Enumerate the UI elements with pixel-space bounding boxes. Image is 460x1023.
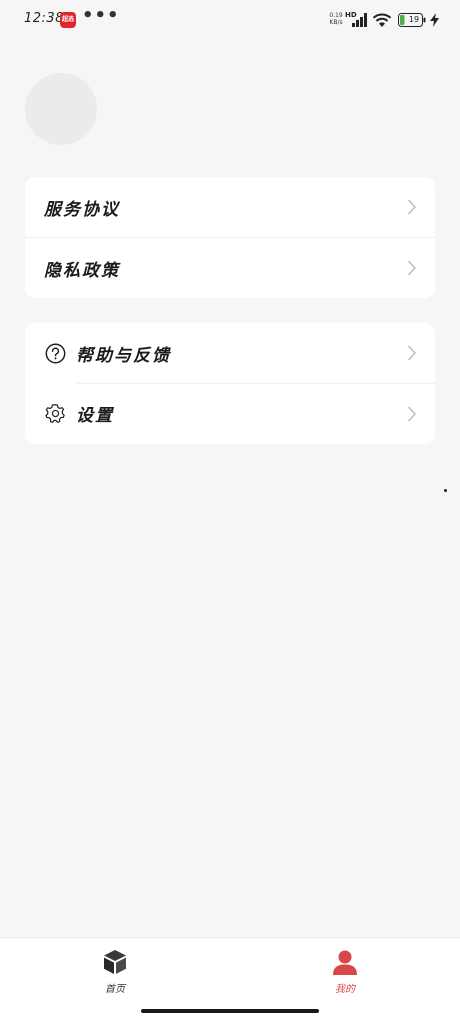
menu-item-label: 隐私政策 xyxy=(44,260,120,281)
menu-item-label: 设置 xyxy=(76,406,114,426)
tab-home-label: 首页 xyxy=(105,984,125,995)
chevron-right-icon xyxy=(408,199,416,215)
status-time: 12:38 xyxy=(24,11,64,26)
app-notification-badge-icon: 超选 xyxy=(60,12,76,28)
menu-item-label: 服务协议 xyxy=(44,199,120,220)
help-icon xyxy=(44,342,66,364)
tab-home[interactable]: 首页 xyxy=(85,948,145,995)
charging-icon xyxy=(430,13,439,27)
battery-level: 19 xyxy=(408,15,420,24)
tab-mine-label: 我的 xyxy=(335,984,355,995)
more-notifications-icon: ••• xyxy=(82,5,120,26)
menu-card-legal: 服务协议 隐私政策 xyxy=(25,177,435,298)
chevron-right-icon xyxy=(408,260,416,276)
avatar[interactable] xyxy=(25,73,97,145)
menu-item-help-feedback[interactable]: 帮助与反馈 xyxy=(25,323,435,383)
settings-icon xyxy=(44,403,66,425)
side-dot xyxy=(444,489,447,492)
menu-card-support: 帮助与反馈 设置 xyxy=(25,323,435,444)
box-icon xyxy=(104,950,126,974)
chevron-right-icon xyxy=(408,406,416,421)
status-bar: 12:38 超选 ••• 0.19 KB/s HD 19 xyxy=(0,0,460,40)
menu-item-label: 帮助与反馈 xyxy=(76,345,171,366)
wifi-icon xyxy=(372,13,392,27)
tab-mine[interactable]: 我的 xyxy=(315,948,375,995)
home-indicator[interactable] xyxy=(141,1009,319,1013)
network-speed-value: 0.19 xyxy=(329,12,343,19)
menu-item-settings[interactable]: 设置 xyxy=(25,383,435,444)
user-icon xyxy=(333,950,357,975)
network-speed-unit: KB/s xyxy=(329,19,343,26)
network-speed: 0.19 KB/s xyxy=(327,12,345,26)
chevron-right-icon xyxy=(408,345,416,361)
menu-item-service-agreement[interactable]: 服务协议 xyxy=(25,177,435,237)
signal-icon xyxy=(352,13,367,27)
menu-item-privacy-policy[interactable]: 隐私政策 xyxy=(25,237,435,298)
